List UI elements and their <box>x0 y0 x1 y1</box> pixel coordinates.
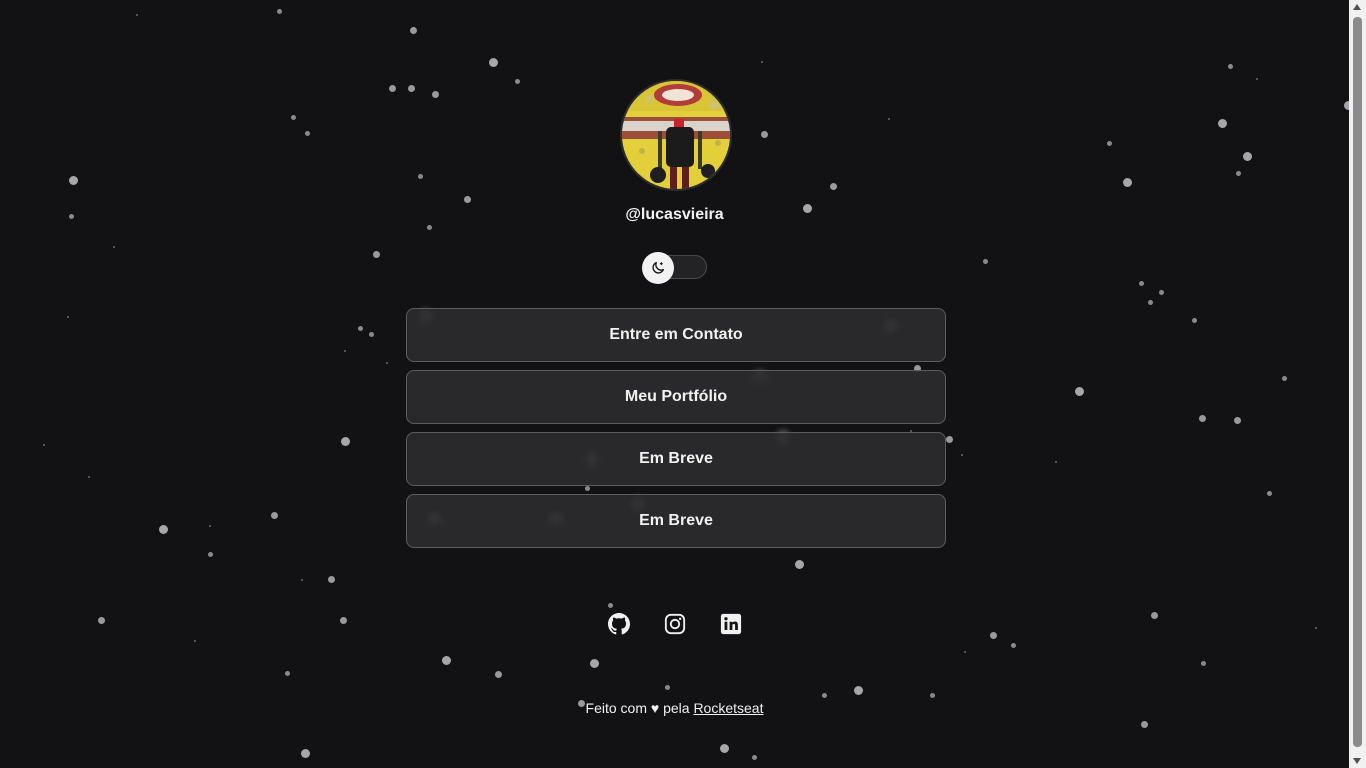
linkedin-icon <box>720 613 741 635</box>
avatar <box>620 79 732 191</box>
scroll-down-icon[interactable] <box>1353 758 1361 764</box>
instagram-icon <box>664 613 685 635</box>
linkedin-link[interactable] <box>719 608 743 640</box>
link-list: Entre em Contato Meu Portfólio Em Breve … <box>406 308 946 556</box>
rocketseat-link[interactable]: Rocketseat <box>693 700 763 716</box>
social-links <box>0 608 1349 640</box>
footer: Feito com ♥ pela Rocketseat <box>0 700 1349 716</box>
username: @lucasvieira <box>625 206 724 223</box>
footer-text: Feito com <box>585 700 647 716</box>
theme-toggle[interactable] <box>642 252 707 284</box>
coming-soon-button[interactable]: Em Breve <box>406 432 946 486</box>
avatar-photo <box>622 81 730 189</box>
toggle-knob[interactable] <box>642 252 674 284</box>
portfolio-button[interactable]: Meu Portfólio <box>406 370 946 424</box>
page: @lucasvieira Entre em Contato Meu Portfó… <box>0 0 1349 768</box>
footer-text-middle: pela <box>663 700 690 716</box>
scrollbar[interactable] <box>1349 0 1366 768</box>
coming-soon-button[interactable]: Em Breve <box>406 494 946 548</box>
github-link[interactable] <box>607 608 631 640</box>
heart-icon: ♥ <box>650 700 660 716</box>
moon-icon <box>652 262 664 274</box>
scroll-up-icon[interactable] <box>1353 4 1361 10</box>
scrollbar-thumb[interactable] <box>1353 17 1362 747</box>
instagram-link[interactable] <box>663 608 687 640</box>
github-icon <box>607 613 630 635</box>
contact-button[interactable]: Entre em Contato <box>406 308 946 362</box>
